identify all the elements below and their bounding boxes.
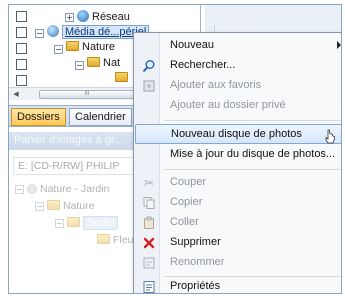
menu-item-coller[interactable]: Coller — [135, 213, 341, 233]
folder-icon — [115, 72, 128, 82]
collapse-toggle[interactable]: − — [75, 61, 84, 70]
search-icon — [142, 59, 156, 73]
tree-node-jardin[interactable]: − Jardin — [55, 216, 118, 230]
rename-icon — [142, 256, 156, 270]
delete-x-icon — [142, 236, 156, 250]
collapse-toggle[interactable]: − — [15, 185, 24, 194]
tree-node-reseau[interactable]: Réseau — [77, 10, 130, 23]
tree-node-fleur[interactable]: Fleu — [97, 234, 133, 246]
folder-icon — [97, 234, 110, 244]
tree-node-nature-lower[interactable]: − Nature — [35, 200, 95, 212]
menu-item-proprietes[interactable]: Propriétés — [135, 278, 341, 293]
tab-calendrier[interactable]: Calendrier — [69, 108, 132, 126]
menu-separator — [164, 169, 341, 170]
menu-item-copier[interactable]: Copier — [135, 193, 341, 213]
tree-checkbox[interactable] — [16, 75, 27, 86]
menu-separator — [164, 276, 341, 277]
expand-toggle[interactable]: + — [65, 13, 74, 22]
menu-item-nouveau-disque-photos[interactable]: Nouveau disque de photos — [135, 124, 341, 144]
menu-item-nouveau[interactable]: Nouveau — [135, 36, 341, 56]
collapse-toggle[interactable]: − — [35, 202, 44, 211]
folder-icon — [67, 217, 80, 227]
paste-icon — [142, 216, 156, 230]
scroll-left-icon[interactable]: ◀ — [11, 90, 21, 99]
media-device-icon — [47, 25, 59, 37]
menu-item-ajouter-favoris[interactable]: Ajouter aux favoris — [135, 76, 341, 96]
menu-item-mise-a-jour-disque[interactable]: Mise à jour du disque de photos... — [135, 145, 341, 165]
tree-checkbox[interactable] — [16, 43, 27, 54]
scissors-icon: ✂ — [143, 176, 155, 190]
submenu-arrow-icon — [337, 41, 341, 49]
menu-item-renommer[interactable]: Renommer — [135, 253, 341, 273]
menu-separator — [164, 120, 341, 121]
menu-item-rechercher[interactable]: Rechercher... — [135, 56, 341, 76]
tree-node-subfolder[interactable] — [115, 72, 131, 84]
mouse-cursor-icon — [325, 129, 335, 144]
scroll-thumb[interactable]: III — [39, 90, 135, 99]
tree-node-nature-jardin[interactable]: − Nature - Jardin — [15, 183, 109, 195]
folder-icon — [87, 57, 100, 67]
application-window: + Réseau − Média dé...périel − Nature − … — [8, 4, 342, 294]
disc-icon — [27, 184, 37, 194]
tree-checkbox[interactable] — [16, 11, 27, 22]
collapse-toggle[interactable]: − — [35, 29, 44, 38]
collapse-toggle[interactable]: − — [54, 45, 63, 54]
folder-icon — [47, 200, 60, 210]
menu-item-supprimer[interactable]: Supprimer — [135, 233, 341, 253]
tree-checkbox[interactable] — [16, 59, 27, 70]
menu-item-ajouter-dossier-prive[interactable]: Ajouter au dossier privé — [135, 96, 341, 116]
tree-node-nat[interactable]: Nat — [87, 57, 120, 69]
folder-icon — [66, 41, 79, 51]
tree-checkbox[interactable] — [16, 27, 27, 38]
copy-icon — [142, 196, 156, 210]
network-icon — [77, 10, 89, 22]
properties-icon — [142, 280, 156, 293]
tree-node-nature[interactable]: Nature — [66, 41, 115, 53]
tab-dossiers[interactable]: Dossiers — [11, 108, 66, 126]
collapse-toggle[interactable]: − — [55, 219, 64, 228]
add-favorites-icon — [142, 79, 156, 93]
menu-item-couper[interactable]: ✂ Couper — [135, 173, 341, 193]
context-menu: Nouveau Rechercher... Ajouter aux favori… — [133, 32, 341, 293]
